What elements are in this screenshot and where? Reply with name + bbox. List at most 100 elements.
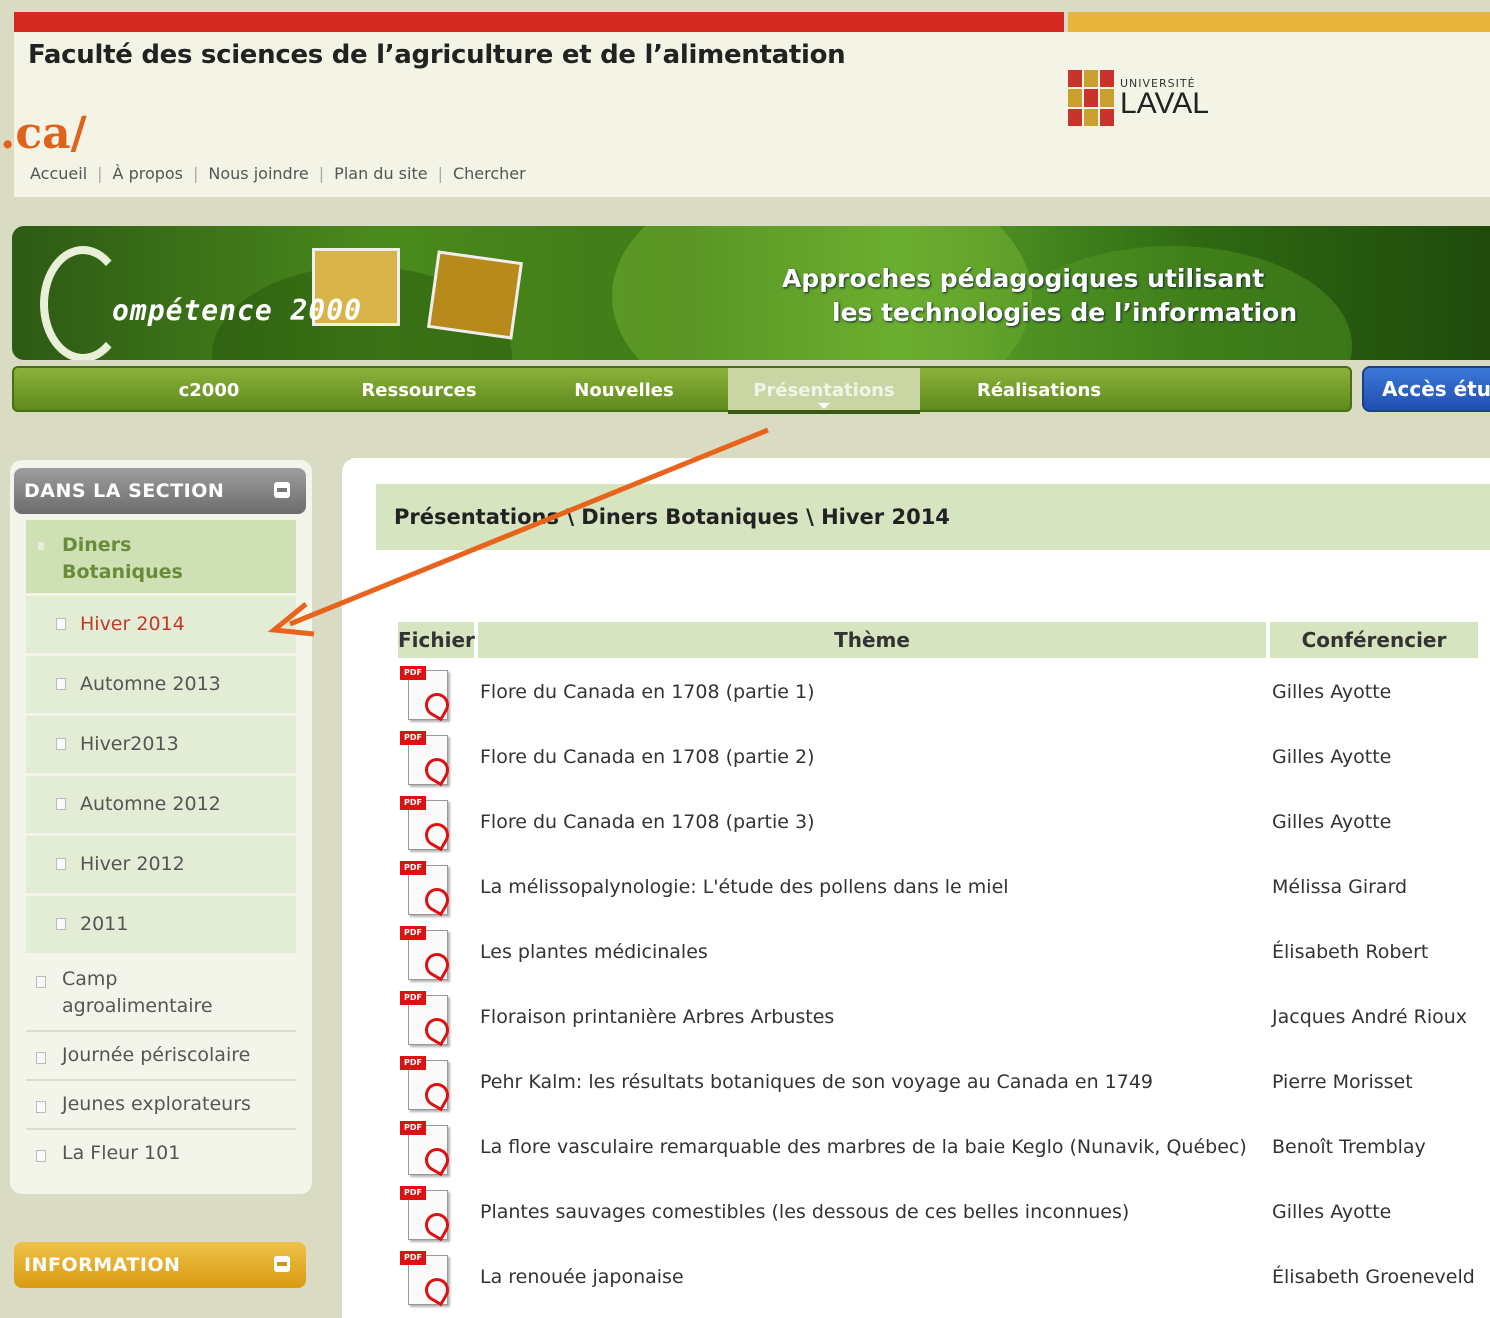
collapse-toggle-icon[interactable] (274, 482, 290, 498)
page-icon (36, 1150, 46, 1162)
row-theme: Flore du Canada en 1708 (partie 3) (480, 811, 815, 833)
pdf-swoosh (420, 948, 454, 982)
sidebar-information-header[interactable]: INFORMATION (14, 1242, 306, 1288)
pdf-tag: PDF (400, 731, 426, 745)
nav-item-nouvelles[interactable]: Nouvelles (554, 368, 694, 410)
separator: | (318, 164, 325, 183)
sidebar-item-label: Hiver2013 (80, 733, 179, 755)
pdf-file-icon[interactable]: PDF (400, 666, 454, 722)
sidebar-subitem-2011[interactable]: 2011 (26, 896, 296, 956)
pdf-file-icon[interactable]: PDF (400, 1251, 454, 1307)
pdf-swoosh (420, 753, 454, 787)
pdf-file-icon[interactable]: PDF (400, 1186, 454, 1242)
row-theme: Flore du Canada en 1708 (partie 2) (480, 746, 815, 768)
pdf-file-icon[interactable]: PDF (400, 1056, 454, 1112)
pdf-file-icon[interactable]: PDF (400, 861, 454, 917)
column-header-theme: Thème (478, 622, 1266, 658)
main-nav: c2000 Ressources Nouvelles Présentations… (12, 366, 1352, 414)
sidebar-item-label: Camp agroalimentaire (62, 968, 213, 1017)
nav-item-ressources[interactable]: Ressources (344, 368, 494, 410)
sidebar-item-label: La Fleur 101 (62, 1142, 181, 1164)
row-speaker: Benoît Tremblay (1272, 1136, 1426, 1158)
page-icon (56, 678, 66, 690)
pdf-swoosh (420, 818, 454, 852)
sidebar-item-label: Hiver 2012 (80, 853, 185, 875)
util-link-nous-joindre[interactable]: Nous joindre (208, 164, 308, 183)
pdf-tag: PDF (400, 861, 426, 875)
nav-item-presentations-label: Présentations (753, 380, 895, 401)
table-row: PDF Flore du Canada en 1708 (partie 3) Gil… (398, 792, 1488, 852)
bullet-icon (38, 542, 44, 550)
table-row: PDF La flore vasculaire remarquable des m… (398, 1117, 1488, 1177)
separator: | (437, 164, 443, 183)
sidebar-item-label: Hiver 2014 (80, 613, 185, 635)
pdf-tag: PDF (400, 926, 426, 940)
util-link-plan-du-site[interactable]: Plan du site (334, 164, 427, 183)
row-speaker: Mélissa Girard (1272, 876, 1408, 898)
page-icon (56, 858, 66, 870)
util-link-a-propos[interactable]: À propos (113, 164, 183, 183)
page-icon (56, 618, 66, 630)
nav-caret-icon (818, 403, 830, 409)
banner: ompétence 2000 Approches pédagogiques ut… (12, 226, 1490, 360)
sidebar-item-label: Diners Botaniques (62, 534, 183, 583)
separator: | (97, 164, 103, 183)
sidebar-item-jeunes-explorateurs[interactable]: Jeunes explorateurs (26, 1081, 296, 1130)
util-link-chercher[interactable]: Chercher (453, 164, 526, 183)
page-icon (56, 738, 66, 750)
sidebar-item-journee-periscolaire[interactable]: Journée périscolaire (26, 1032, 296, 1081)
page-icon (36, 976, 46, 988)
pdf-file-icon[interactable]: PDF (400, 731, 454, 787)
pdf-file-icon[interactable]: PDF (400, 991, 454, 1047)
page-icon (56, 798, 66, 810)
row-theme: La mélissopalynologie: L'étude des polle… (480, 876, 1009, 898)
banner-tagline: Approches pédagogiques utilisant les tec… (782, 264, 1298, 327)
acces-etudiant-button[interactable]: Accès étu (1362, 366, 1490, 412)
nav-item-c2000[interactable]: c2000 (144, 368, 274, 410)
collapse-toggle-icon[interactable] (274, 1256, 290, 1272)
row-theme: Floraison printanière Arbres Arbustes (480, 1006, 835, 1028)
row-theme: Plantes sauvages comestibles (les dessou… (480, 1201, 1130, 1223)
pdf-swoosh (420, 1208, 454, 1242)
banner-logo-text[interactable]: ompétence 2000 (112, 294, 362, 327)
sidebar-item-diners-botaniques[interactable]: Diners Botaniques (26, 520, 296, 596)
row-speaker: Jacques André Rioux (1272, 1006, 1468, 1028)
sidebar-subitem-hiver-2012[interactable]: Hiver 2012 (26, 836, 296, 896)
sidebar-item-la-fleur-101[interactable]: La Fleur 101 (26, 1130, 296, 1177)
sidebar-item-camp-agroalimentaire[interactable]: Camp agroalimentaire (26, 956, 296, 1032)
sidebar-subitem-hiver2013[interactable]: Hiver2013 (26, 716, 296, 776)
laval-logo[interactable]: UNIVERSITÉ LAVAL (1068, 70, 1209, 126)
top-bar-red (14, 12, 1064, 32)
table-row: PDF Les plantes médicinales Élisabeth Robe… (398, 922, 1488, 982)
top-bar-gold (1068, 12, 1490, 32)
row-speaker: Gilles Ayotte (1272, 746, 1392, 768)
sidebar-item-label: Automne 2012 (80, 793, 221, 815)
pdf-file-icon[interactable]: PDF (400, 1121, 454, 1177)
pdf-tag: PDF (400, 1056, 426, 1070)
table-row: PDF Flore du Canada en 1708 (partie 2) Gil… (398, 727, 1488, 787)
table-row: PDF Flore du Canada en 1708 (partie 1) Gil… (398, 662, 1488, 722)
sidebar-subitem-automne-2013[interactable]: Automne 2013 (26, 656, 296, 716)
faculty-title: Faculté des sciences de l’agriculture et… (28, 40, 846, 70)
page-icon (56, 918, 66, 930)
table-row: PDF Floraison printanière Arbres Arbustes… (398, 987, 1488, 1047)
pdf-tag: PDF (400, 1121, 426, 1135)
row-theme: La renouée japonaise (480, 1266, 684, 1288)
nav-active-underline (728, 410, 920, 414)
sidebar-subitem-hiver-2014[interactable]: Hiver 2014 (26, 596, 296, 656)
pdf-file-icon[interactable]: PDF (400, 796, 454, 852)
pdf-tag: PDF (400, 991, 426, 1005)
pdf-file-icon[interactable]: PDF (400, 926, 454, 982)
slide-frame-icon (426, 250, 524, 340)
nav-item-presentations[interactable]: Présentations (728, 368, 920, 414)
nav-item-realisations[interactable]: Réalisations (954, 368, 1124, 410)
sidebar-item-label: 2011 (80, 913, 129, 935)
sidebar-section-header[interactable]: DANS LA SECTION (14, 468, 306, 514)
row-speaker: Pierre Morisset (1272, 1071, 1413, 1093)
table-row: PDF La mélissopalynologie: L'étude des po… (398, 857, 1488, 917)
column-header-fichier: Fichier (398, 622, 475, 658)
sidebar-subitem-automne-2012[interactable]: Automne 2012 (26, 776, 296, 836)
table-row: PDF Pehr Kalm: les résultats botaniques d… (398, 1052, 1488, 1112)
row-speaker: Gilles Ayotte (1272, 1201, 1392, 1223)
util-link-accueil[interactable]: Accueil (30, 164, 87, 183)
